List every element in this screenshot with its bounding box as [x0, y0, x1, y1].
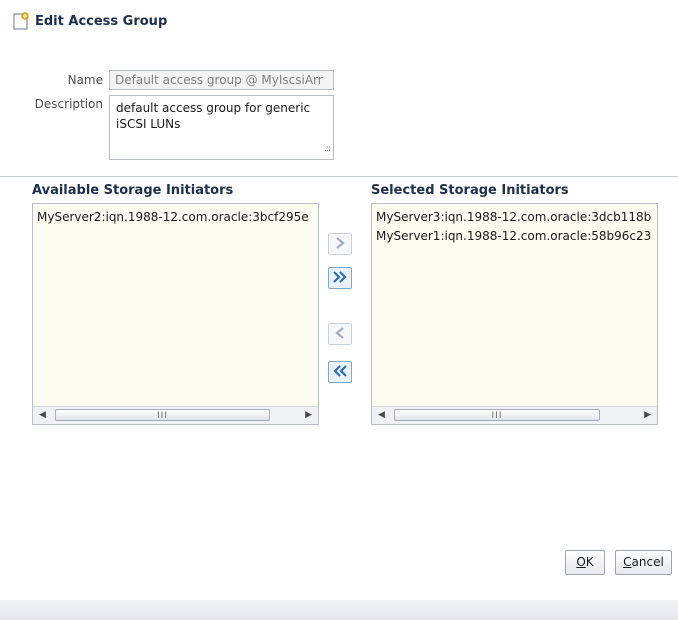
scroll-left-icon[interactable]: ◀	[39, 410, 46, 420]
remove-selected-button[interactable]	[328, 323, 352, 345]
list-item[interactable]: MyServer2:iqn.1988-12.com.oracle:3bcf295…	[37, 208, 318, 227]
scroll-grip: III	[491, 411, 503, 421]
scroll-grip: III	[157, 411, 168, 421]
double-chevron-left-icon	[332, 364, 348, 381]
available-list[interactable]: MyServer2:iqn.1988-12.com.oracle:3bcf295…	[32, 203, 319, 425]
horizontal-scrollbar[interactable]: ◀ III ▶	[33, 406, 318, 424]
name-field: Default access group @ MyIscsiArr	[109, 70, 334, 90]
scroll-right-icon[interactable]: ▶	[305, 410, 312, 420]
list-item[interactable]: MyServer3:iqn.1988-12.com.oracle:3dcb118…	[376, 208, 657, 227]
dialog-title: Edit Access Group	[35, 14, 168, 29]
edit-document-icon	[13, 12, 29, 30]
horizontal-scrollbar[interactable]: ◀ III ▶	[372, 406, 657, 424]
double-chevron-right-icon	[332, 270, 348, 287]
dialog-footer-bar	[0, 600, 678, 620]
scroll-right-icon[interactable]: ▶	[644, 410, 651, 420]
available-header: Available Storage Initiators	[32, 183, 234, 198]
chevron-left-icon	[333, 326, 347, 343]
scroll-thumb[interactable]: III	[55, 409, 270, 421]
scroll-thumb[interactable]: III	[394, 409, 600, 421]
name-label: Name	[67, 73, 103, 87]
description-label: Description	[34, 97, 103, 111]
remove-all-button[interactable]	[328, 361, 352, 383]
description-textarea[interactable]: default access group for generic iSCSI L…	[109, 95, 334, 160]
ok-button[interactable]: OK	[565, 550, 605, 575]
list-item[interactable]: MyServer1:iqn.1988-12.com.oracle:58b96c2…	[376, 227, 657, 246]
section-divider	[0, 176, 678, 177]
selected-header: Selected Storage Initiators	[371, 183, 569, 198]
move-all-button[interactable]	[328, 267, 352, 289]
cancel-label: ancel	[631, 555, 664, 569]
chevron-right-icon	[333, 236, 347, 253]
scroll-left-icon[interactable]: ◀	[378, 410, 385, 420]
ok-label: K	[585, 555, 594, 569]
move-selected-button[interactable]	[328, 233, 352, 255]
resize-grip-icon[interactable]: .::	[324, 141, 331, 157]
selected-list[interactable]: MyServer3:iqn.1988-12.com.oracle:3dcb118…	[371, 203, 658, 425]
cancel-mnemonic: C	[623, 555, 632, 569]
description-line: default access group for generic	[116, 101, 311, 115]
ok-mnemonic: O	[576, 555, 586, 569]
cancel-button[interactable]: Cancel	[615, 550, 672, 575]
description-line: iSCSI LUNs	[116, 117, 181, 131]
